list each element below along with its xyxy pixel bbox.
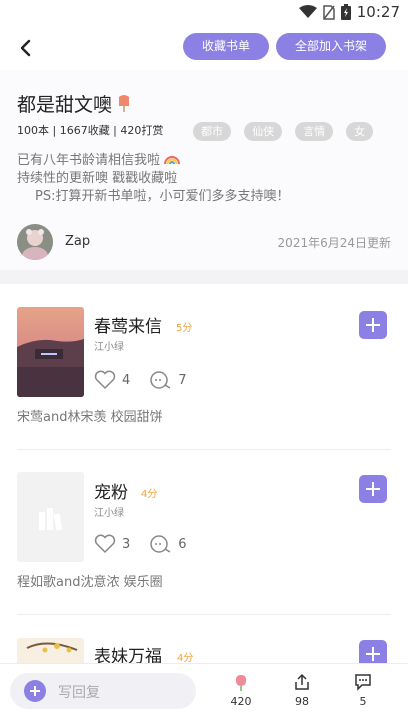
book-author: 江小绿: [94, 342, 124, 353]
top-bar: 收藏书单 全部加入书架: [0, 26, 408, 70]
add-to-shelf-button[interactable]: [359, 311, 387, 339]
book-cover[interactable]: [17, 307, 84, 397]
status-time: 10:27: [356, 3, 400, 21]
author-row[interactable]: Zap 2021年6月24日更新: [17, 224, 391, 260]
gift-count: 420: [230, 695, 252, 708]
book-score: 4分: [177, 653, 194, 663]
comment-count: 6: [178, 536, 187, 552]
description-line: PS:打算开新书单啦，小可爱们多多支持噢！: [35, 189, 290, 204]
book-cover[interactable]: [17, 472, 84, 562]
booklist-header: 都是甜文噢 100本 | 1667收藏 | 420打赏 都市 仙侠 言情 女 已…: [0, 70, 408, 270]
description-line: 持续性的更新噢 戳戳收藏啦: [17, 171, 178, 186]
heart-icon[interactable]: [94, 534, 116, 554]
reply-input[interactable]: 写回复: [10, 673, 196, 709]
tag[interactable]: 仙侠: [244, 122, 283, 141]
share-count: 98: [295, 695, 309, 708]
tag[interactable]: 言情: [295, 122, 334, 141]
booklist-title: 都是甜文噢: [17, 94, 113, 116]
description-line: 已有八年书龄请相信我啦: [17, 152, 397, 170]
like-count: 4: [122, 372, 131, 388]
gift-button[interactable]: 420: [221, 672, 261, 708]
heart-icon[interactable]: [94, 370, 116, 390]
book-item[interactable]: 表妹万福 4分: [0, 616, 408, 663]
book-item[interactable]: 春莺来信 5分 江小绿 4 7 宋莺and林宋羡 校园甜饼: [0, 284, 408, 450]
comment-count: 7: [178, 372, 187, 388]
comment-icon[interactable]: [148, 370, 172, 390]
book-cover[interactable]: [17, 638, 84, 663]
avatar[interactable]: [17, 224, 53, 260]
wifi-icon: [298, 5, 317, 18]
like-count: 3: [122, 536, 131, 552]
plus-icon[interactable]: [24, 680, 46, 702]
add-to-shelf-button[interactable]: [359, 475, 387, 503]
add-to-shelf-button[interactable]: [359, 640, 387, 663]
flower-gift-icon: [235, 675, 247, 691]
tag[interactable]: 女: [346, 122, 374, 141]
comment-total: 5: [359, 695, 367, 708]
section-divider: [0, 270, 408, 284]
battery-icon: [340, 4, 351, 20]
add-all-to-shelf-button[interactable]: 全部加入书架: [276, 33, 386, 60]
book-stats: 4 7: [94, 370, 205, 390]
booklist-title-row: 都是甜文噢: [17, 90, 132, 117]
status-bar: 10:27: [0, 0, 408, 26]
update-date: 2021年6月24日更新: [277, 236, 391, 250]
comment-bubble-icon: [355, 674, 371, 691]
book-stats: 3 6: [94, 534, 205, 554]
book-title[interactable]: 春莺来信: [94, 312, 162, 337]
book-description: 程如歌and沈意浓 娱乐圈: [17, 575, 163, 590]
collect-booklist-button[interactable]: 收藏书单: [183, 33, 269, 60]
comment-icon[interactable]: [148, 534, 172, 554]
book-score: 5分: [176, 323, 193, 334]
popsicle-icon: [119, 94, 130, 112]
author-name[interactable]: Zap: [65, 234, 90, 249]
tag[interactable]: 都市: [193, 122, 231, 141]
divider: [17, 614, 391, 615]
book-item[interactable]: 宠粉 4分 江小绿 3 6 程如歌and沈意浓 娱乐圈: [0, 450, 408, 616]
share-icon: [295, 673, 309, 690]
book-title[interactable]: 表妹万福: [94, 642, 162, 663]
book-title[interactable]: 宠粉: [94, 478, 128, 503]
back-arrow-icon[interactable]: [14, 36, 38, 60]
comments-button[interactable]: 5: [343, 672, 383, 708]
reply-placeholder: 写回复: [58, 685, 100, 701]
rainbow-icon: [164, 156, 181, 165]
share-button[interactable]: 98: [282, 672, 322, 708]
book-score: 4分: [141, 489, 158, 500]
book-author: 江小绿: [94, 508, 124, 519]
no-sim-icon: [323, 4, 335, 20]
booklist-stats: 100本 | 1667收藏 | 420打赏: [17, 124, 164, 137]
tag-list: 都市 仙侠 言情 女: [193, 120, 408, 142]
book-description: 宋莺and林宋羡 校园甜饼: [17, 410, 163, 425]
bottom-bar: 写回复 420 98 5: [0, 663, 408, 717]
booklist-description: 已有八年书龄请相信我啦 持续性的更新噢 戳戳收藏啦 PS:打算开新书单啦，小可爱…: [17, 152, 397, 206]
